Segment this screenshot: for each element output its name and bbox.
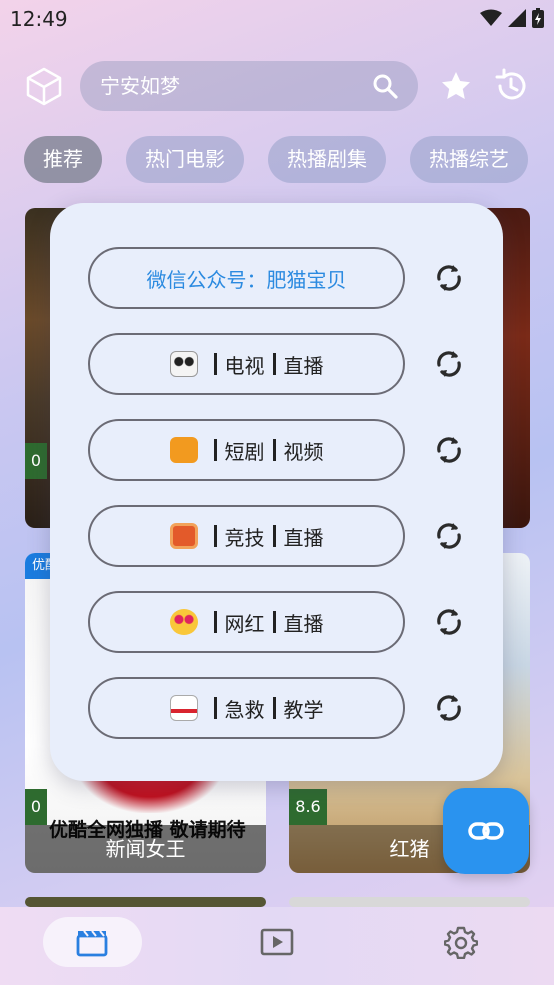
- battery-icon: [532, 8, 544, 28]
- chip-recommend[interactable]: 推荐: [24, 136, 102, 183]
- source-label: 教学: [283, 697, 324, 722]
- cube-logo-icon[interactable]: [24, 66, 64, 106]
- star-icon[interactable]: [440, 70, 472, 102]
- source-label: 网红: [224, 611, 265, 636]
- score-badge: 0: [25, 789, 47, 825]
- heart-eyes-icon: [169, 609, 198, 635]
- source-button-short-drama[interactable]: 短剧 视频: [88, 419, 405, 481]
- source-label: 竞技: [224, 525, 265, 550]
- source-button-first-aid[interactable]: 急救 教学: [88, 677, 405, 739]
- source-button-sports-live[interactable]: 竞技 直播: [88, 505, 405, 567]
- source-label: 急救: [224, 697, 265, 722]
- chip-hot-variety[interactable]: 热播综艺: [410, 136, 528, 183]
- chip-hot-series[interactable]: 热播剧集: [268, 136, 386, 183]
- status-time: 12:49: [10, 7, 68, 31]
- signal-icon: [508, 9, 526, 27]
- source-row: 微信公众号：肥猫宝贝: [88, 247, 468, 309]
- source-row: 短剧 视频: [88, 419, 468, 481]
- chip-hot-movies[interactable]: 热门电影: [126, 136, 244, 183]
- score-badge: 0: [25, 443, 47, 479]
- card-title: 新闻女王: [25, 825, 266, 873]
- refresh-icon[interactable]: [432, 347, 466, 381]
- play-video-icon[interactable]: [260, 925, 294, 959]
- search-icon[interactable]: [372, 73, 398, 99]
- separator: [272, 611, 276, 633]
- source-row: 电视 直播: [88, 333, 468, 395]
- source-label: 直播: [283, 611, 324, 636]
- status-icons: [480, 8, 544, 28]
- separator: [213, 525, 217, 547]
- source-label: 短剧: [224, 439, 265, 464]
- source-label: 直播: [283, 525, 324, 550]
- source-label: 直播: [283, 353, 324, 378]
- source-label: 视频: [283, 439, 324, 464]
- source-label: 电视: [224, 353, 265, 378]
- separator: [272, 353, 276, 375]
- refresh-icon[interactable]: [432, 519, 466, 553]
- separator: [272, 697, 276, 719]
- nav-item-movies[interactable]: [43, 917, 142, 967]
- television-icon: [169, 523, 198, 549]
- wifi-icon: [480, 9, 502, 26]
- refresh-icon[interactable]: [432, 433, 466, 467]
- category-chips: 推荐 热门电影 热播剧集 热播综艺: [24, 136, 528, 183]
- source-button-wechat[interactable]: 微信公众号：肥猫宝贝: [88, 247, 405, 309]
- panda-icon: [169, 351, 198, 377]
- source-button-tv-live[interactable]: 电视 直播: [88, 333, 405, 395]
- gear-icon[interactable]: [444, 925, 478, 959]
- source-row: 竞技 直播: [88, 505, 468, 567]
- source-button-influencer-live[interactable]: 网红 直播: [88, 591, 405, 653]
- bottom-nav: [0, 907, 554, 985]
- ambulance-icon: [169, 695, 198, 721]
- search-input[interactable]: [100, 61, 370, 111]
- clapperboard-icon: [76, 930, 108, 957]
- link-fab-button[interactable]: [443, 788, 529, 874]
- history-icon[interactable]: [493, 68, 529, 104]
- score-badge: 8.6: [289, 789, 327, 825]
- refresh-icon[interactable]: [432, 605, 466, 639]
- source-row: 网红 直播: [88, 591, 468, 653]
- separator: [272, 439, 276, 461]
- refresh-icon[interactable]: [432, 691, 466, 725]
- link-icon: [468, 822, 504, 840]
- separator: [213, 353, 217, 375]
- media-card[interactable]: [289, 897, 530, 907]
- separator: [213, 697, 217, 719]
- source-row: 急救 教学: [88, 677, 468, 739]
- separator: [213, 611, 217, 633]
- media-card[interactable]: [25, 897, 266, 907]
- search-bar[interactable]: [80, 61, 418, 111]
- separator: [213, 439, 217, 461]
- separator: [272, 525, 276, 547]
- status-bar: 12:49: [0, 0, 554, 36]
- source-popup: 微信公众号：肥猫宝贝 电视 直播 短剧 视频 竞技 直播 网红 直播 急救 教学: [50, 203, 503, 781]
- refresh-icon[interactable]: [432, 261, 466, 295]
- play-pause-icon: [169, 437, 198, 463]
